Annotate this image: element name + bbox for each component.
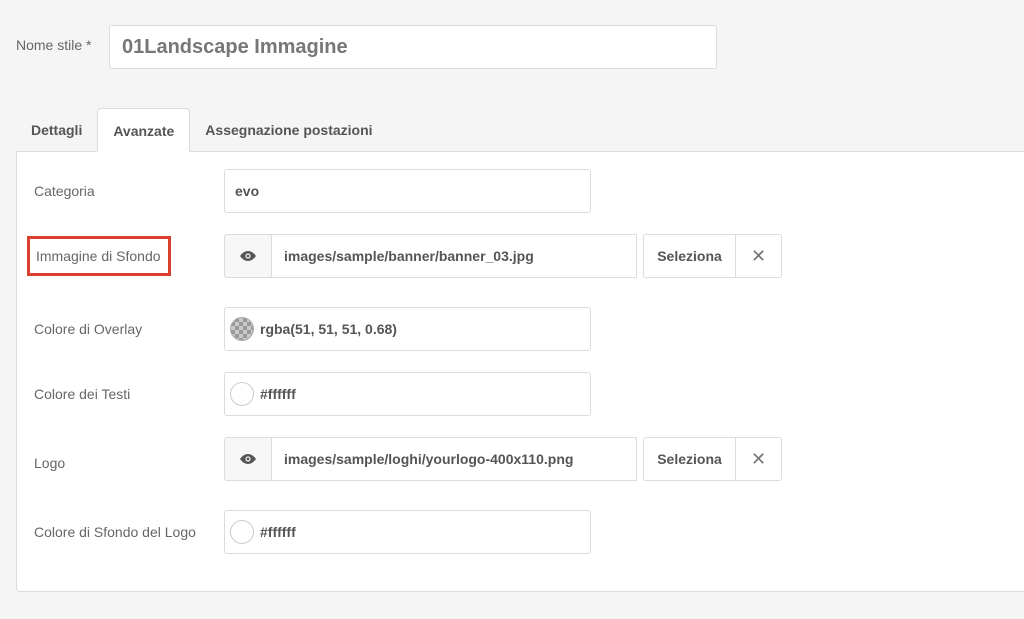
logo-select-button[interactable]: Seleziona	[643, 437, 735, 481]
colore-testi-input[interactable]: #ffffff	[224, 372, 591, 416]
eye-icon[interactable]	[224, 437, 271, 481]
colore-overlay-value: rgba(51, 51, 51, 0.68)	[260, 321, 397, 337]
tab-avanzate[interactable]: Avanzate	[97, 108, 191, 152]
colore-sfondo-logo-input[interactable]: #ffffff	[224, 510, 591, 554]
immagine-sfondo-field: images/sample/banner/banner_03.jpg Selez…	[224, 234, 782, 278]
style-name-label: Nome stile *	[16, 37, 92, 53]
advanced-panel: Categoria evo Immagine di Sfondo images/…	[16, 151, 1024, 592]
categoria-label: Categoria	[34, 183, 95, 199]
color-swatch[interactable]	[230, 382, 254, 406]
colore-testi-value: #ffffff	[260, 386, 296, 402]
color-swatch[interactable]	[230, 520, 254, 544]
logo-path[interactable]: images/sample/loghi/yourlogo-400x110.png	[271, 437, 637, 481]
categoria-input[interactable]: evo	[224, 169, 591, 213]
tab-assegnazione-postazioni[interactable]: Assegnazione postazioni	[190, 108, 387, 152]
style-name-input[interactable]: 01Landscape Immagine	[109, 25, 717, 69]
tab-bar: Dettagli Avanzate Assegnazione postazion…	[16, 108, 388, 152]
close-icon[interactable]: ✕	[735, 234, 782, 278]
immagine-sfondo-path[interactable]: images/sample/banner/banner_03.jpg	[271, 234, 637, 278]
immagine-sfondo-select-button[interactable]: Seleziona	[643, 234, 735, 278]
logo-field: images/sample/loghi/yourlogo-400x110.png…	[224, 437, 782, 481]
close-icon[interactable]: ✕	[735, 437, 782, 481]
colore-overlay-input[interactable]: rgba(51, 51, 51, 0.68)	[224, 307, 591, 351]
colore-testi-label: Colore dei Testi	[34, 386, 131, 402]
logo-label: Logo	[34, 455, 66, 471]
eye-icon[interactable]	[224, 234, 271, 278]
color-swatch[interactable]	[230, 317, 254, 341]
tab-dettagli[interactable]: Dettagli	[16, 108, 97, 152]
colore-sfondo-logo-label: Colore di Sfondo del Logo	[34, 524, 196, 540]
style-name-row: Nome stile * 01Landscape Immagine	[16, 25, 736, 69]
immagine-sfondo-label: Immagine di Sfondo	[27, 236, 171, 276]
colore-overlay-label: Colore di Overlay	[34, 321, 143, 337]
colore-sfondo-logo-value: #ffffff	[260, 524, 296, 540]
